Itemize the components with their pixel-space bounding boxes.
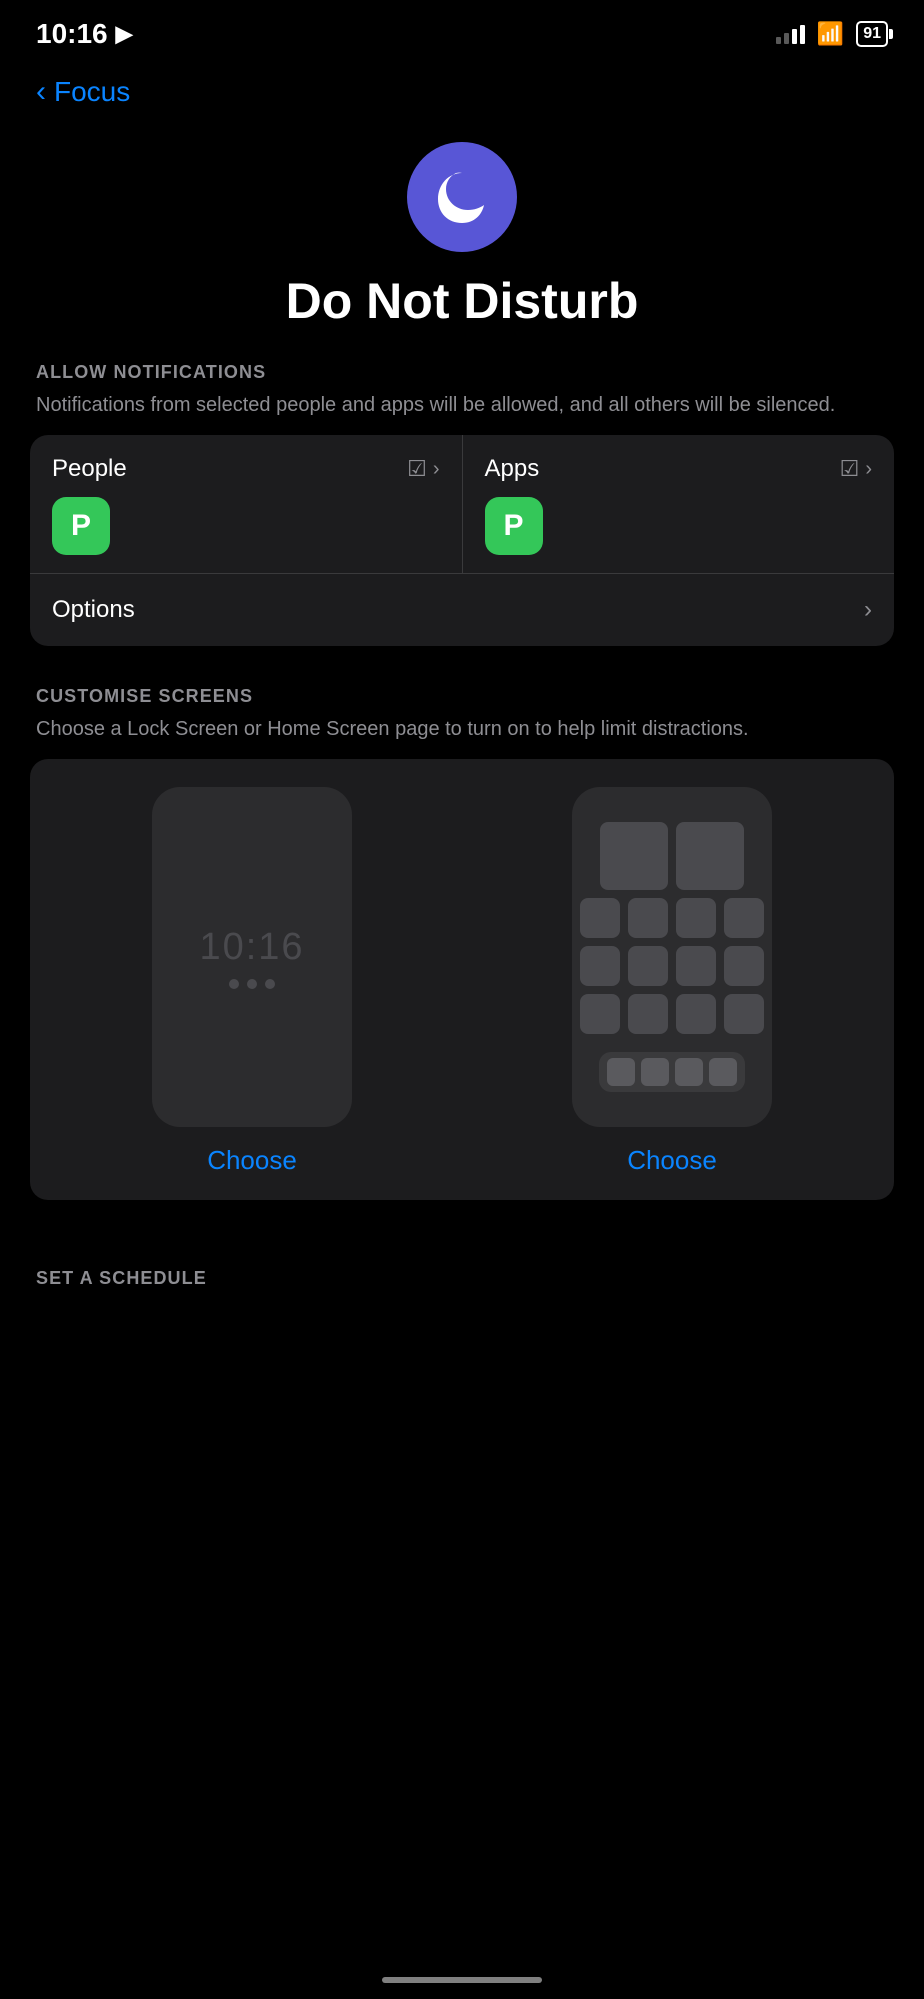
apps-chevron-icon: › xyxy=(865,458,872,481)
apps-cell-header: Apps ☑ › xyxy=(485,455,873,483)
dock-app-4 xyxy=(709,1058,737,1086)
home-indicator xyxy=(382,1977,542,1983)
notifications-card: People ☑ › P Apps ☑ › xyxy=(30,435,894,646)
options-label: Options xyxy=(52,596,135,624)
customise-screens-description: Choose a Lock Screen or Home Screen page… xyxy=(30,715,894,743)
home-grid-app-3 xyxy=(676,898,716,938)
lock-screen-time: 10:16 xyxy=(199,926,304,969)
moon-svg-icon xyxy=(430,165,494,229)
time-display: 10:16 xyxy=(36,18,108,50)
home-app-large-2 xyxy=(676,822,744,890)
home-grid-app-6 xyxy=(628,946,668,986)
lock-screen-choose-button[interactable]: Choose xyxy=(207,1145,297,1176)
lock-dot-2 xyxy=(247,979,257,989)
home-top-apps xyxy=(600,822,744,890)
home-app-large-1 xyxy=(600,822,668,890)
battery-indicator: 91 xyxy=(856,21,888,47)
notifications-top-row: People ☑ › P Apps ☑ › xyxy=(30,435,894,574)
home-grid-app-5 xyxy=(580,946,620,986)
home-grid-app-7 xyxy=(676,946,716,986)
home-grid-app-12 xyxy=(724,994,764,1034)
dock-app-3 xyxy=(675,1058,703,1086)
people-cell-header: People ☑ › xyxy=(52,455,440,483)
nav-back[interactable]: ‹ Focus xyxy=(0,60,924,118)
people-icon-letter: P xyxy=(71,509,91,543)
screens-row: 10:16 Choose xyxy=(52,787,872,1176)
home-grid-app-9 xyxy=(580,994,620,1034)
wifi-icon: 📶 xyxy=(817,21,844,47)
home-grid-app-10 xyxy=(628,994,668,1034)
allow-notifications-section: ALLOW NOTIFICATIONS Notifications from s… xyxy=(0,362,924,646)
shield-check-people-icon: ☑ xyxy=(407,456,427,482)
lock-screen-item: 10:16 Choose xyxy=(52,787,452,1176)
apps-action: ☑ › xyxy=(840,456,872,482)
location-icon: ▶ xyxy=(116,21,133,47)
home-grid-app-2 xyxy=(628,898,668,938)
options-chevron-icon: › xyxy=(864,596,872,624)
apps-app-icon: P xyxy=(485,497,543,555)
status-time: 10:16 ▶ xyxy=(36,18,133,50)
people-chevron-icon: › xyxy=(433,458,440,481)
customise-screens-header: CUSTOMISE SCREENS xyxy=(30,686,894,707)
home-grid-row-3 xyxy=(580,994,764,1034)
status-icons: 📶 91 xyxy=(776,21,888,47)
people-app-icon: P xyxy=(52,497,110,555)
dnd-icon xyxy=(407,142,517,252)
customise-card: 10:16 Choose xyxy=(30,759,894,1200)
home-grid-app-1 xyxy=(580,898,620,938)
schedule-label: SET A SCHEDULE xyxy=(30,1268,894,1289)
home-grid-row-2 xyxy=(580,946,764,986)
back-label: Focus xyxy=(54,76,130,108)
allow-notifications-header: ALLOW NOTIFICATIONS xyxy=(30,362,894,383)
apps-label: Apps xyxy=(485,455,540,483)
lock-dot-3 xyxy=(265,979,275,989)
status-bar: 10:16 ▶ 📶 91 xyxy=(0,0,924,60)
apps-icon-letter: P xyxy=(503,509,523,543)
options-row[interactable]: Options › xyxy=(30,574,894,646)
people-label: People xyxy=(52,455,127,483)
home-grid-row-1 xyxy=(580,898,764,938)
apps-cell[interactable]: Apps ☑ › P xyxy=(463,435,895,573)
lock-screen-dots xyxy=(229,979,275,989)
signal-icon xyxy=(776,24,805,44)
page-title: Do Not Disturb xyxy=(286,272,639,330)
home-screen-item: Choose xyxy=(472,787,872,1176)
shield-check-apps-icon: ☑ xyxy=(840,456,860,482)
lock-screen-preview: 10:16 xyxy=(152,787,352,1127)
home-screen-choose-button[interactable]: Choose xyxy=(627,1145,717,1176)
home-dock xyxy=(599,1052,745,1092)
home-screen-preview xyxy=(572,787,772,1127)
people-cell[interactable]: People ☑ › P xyxy=(30,435,463,573)
people-action: ☑ › xyxy=(407,456,439,482)
set-schedule-section: SET A SCHEDULE xyxy=(0,1240,924,1289)
home-grid-app-11 xyxy=(676,994,716,1034)
lock-dot-1 xyxy=(229,979,239,989)
allow-notifications-description: Notifications from selected people and a… xyxy=(30,391,894,419)
home-grid-app-8 xyxy=(724,946,764,986)
back-chevron-icon: ‹ xyxy=(36,77,46,107)
page-header: Do Not Disturb xyxy=(0,118,924,362)
customise-screens-section: CUSTOMISE SCREENS Choose a Lock Screen o… xyxy=(0,686,924,1200)
battery-level: 91 xyxy=(863,25,881,43)
dock-app-1 xyxy=(607,1058,635,1086)
dock-app-2 xyxy=(641,1058,669,1086)
home-grid-app-4 xyxy=(724,898,764,938)
